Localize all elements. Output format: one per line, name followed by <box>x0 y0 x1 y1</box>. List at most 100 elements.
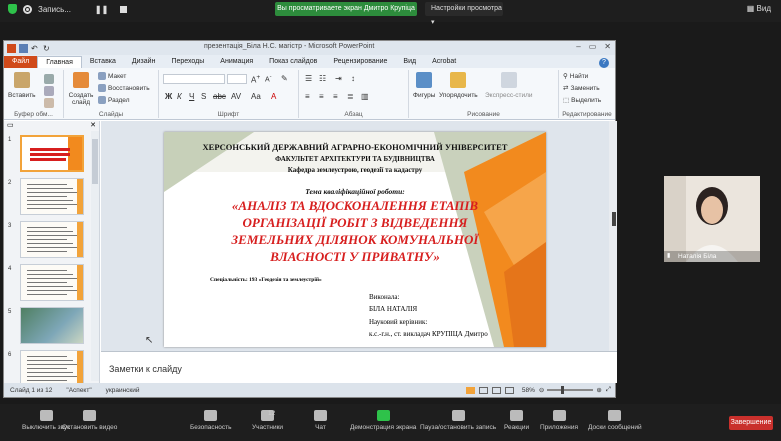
toolbar-apps-button[interactable]: Приложения <box>540 410 578 431</box>
close-pane-icon[interactable]: ✕ <box>90 121 96 130</box>
video-camera-icon <box>83 410 97 421</box>
font-color-icon[interactable]: A <box>271 92 276 101</box>
slide-performed-label: Виконала: <box>369 293 400 301</box>
font-group-label: Шрифт <box>217 111 240 118</box>
slides-tab-icon[interactable]: ▭ <box>7 121 14 130</box>
align-center-icon[interactable]: ≡ <box>319 92 324 101</box>
bold-icon[interactable]: Ж <box>165 92 172 101</box>
ribbon-tab[interactable]: Переходы <box>163 56 212 68</box>
toolbar-smile-button[interactable]: Реакции <box>504 410 529 431</box>
slide-scrollbar[interactable] <box>609 121 617 351</box>
save-icon[interactable] <box>19 43 28 53</box>
bullets-icon[interactable]: ☰ <box>305 74 312 83</box>
shadow-icon[interactable]: S <box>201 92 206 101</box>
reading-view-icon[interactable] <box>491 386 501 394</box>
help-icon[interactable]: ? <box>599 58 609 68</box>
slide-thumbnail[interactable] <box>20 135 84 172</box>
participant-video[interactable]: ▮ Наталія Біла <box>664 176 760 262</box>
spacing-icon[interactable]: AV <box>231 92 241 101</box>
current-slide[interactable]: ХЕРСОНСЬКИЙ ДЕРЖАВНИЙ АГРАРНО-ЕКОНОМІЧНИ… <box>164 132 546 347</box>
font-name-field[interactable] <box>163 74 225 84</box>
normal-view-icon[interactable] <box>465 386 475 394</box>
underline-icon[interactable]: Ч <box>189 92 194 101</box>
end-meeting-button[interactable]: Завершение <box>729 416 773 430</box>
find-button[interactable]: ⚲ Найти <box>563 72 588 81</box>
pause-icon[interactable]: ❚❚ <box>95 5 108 14</box>
toolbar-label: Безопасность <box>190 424 232 431</box>
zoom-slider-thumb[interactable] <box>561 386 565 394</box>
indent-icon[interactable]: ⇥ <box>335 74 342 83</box>
zoom-slider[interactable] <box>547 386 594 394</box>
section-button[interactable]: Раздел <box>98 96 129 104</box>
new-slide-button[interactable]: Создать слайд <box>68 72 94 106</box>
toolbar-share-screen-button[interactable]: Демонстрация экрана <box>350 410 416 431</box>
stop-icon[interactable] <box>120 5 128 13</box>
toolbar-pause-record-button[interactable]: Пауза/остановить запись <box>420 410 496 431</box>
align-right-icon[interactable]: ≡ <box>333 92 338 101</box>
paste-icon <box>13 72 30 88</box>
fit-window-icon[interactable]: ⤢ <box>606 386 611 394</box>
redo-icon[interactable]: ↻ <box>43 44 52 53</box>
case-icon[interactable]: Aa <box>251 92 261 101</box>
undo-icon[interactable]: ↶ <box>31 44 40 53</box>
strike-icon[interactable]: abc <box>213 92 226 101</box>
sorter-view-icon[interactable] <box>478 386 488 394</box>
minimize-icon[interactable]: – <box>576 42 580 51</box>
numbering-icon[interactable]: ☷ <box>319 74 326 83</box>
clear-format-icon[interactable]: ✎ <box>281 74 288 83</box>
slide-thumbnail[interactable] <box>20 221 84 258</box>
slide-thumbnail[interactable] <box>20 307 84 344</box>
whiteboard-icon <box>608 410 622 421</box>
toolbar-participants-button[interactable]: 12 Участники <box>252 410 283 431</box>
ribbon-tab[interactable]: Рецензирование <box>325 56 395 68</box>
justify-icon[interactable]: ≣ <box>347 92 354 101</box>
ribbon-tab[interactable]: Главная <box>37 56 82 68</box>
mouse-cursor-icon: ↖ <box>145 335 154 346</box>
close-icon[interactable]: ✕ <box>604 42 611 51</box>
zoom-in-icon[interactable]: ⊕ <box>596 386 601 394</box>
line-spacing-icon[interactable]: ↕ <box>351 74 355 83</box>
view-mode-button[interactable]: ▦ Вид <box>747 4 771 13</box>
toolbar-chat-button[interactable]: Чат <box>314 410 327 431</box>
toolbar-shield-button[interactable]: Безопасность <box>190 410 231 431</box>
replace-button[interactable]: ⇄ Заменить <box>563 84 600 93</box>
notes-pane[interactable]: Заметки к слайду <box>101 351 617 383</box>
arrange-button[interactable]: Упорядочить <box>439 72 478 99</box>
ribbon-tab[interactable]: Вставка <box>82 56 124 68</box>
participant-name: Наталія Біла <box>678 253 717 260</box>
view-settings-dropdown[interactable]: Настройки просмотра ▾ <box>425 2 503 26</box>
shapes-button[interactable]: Фигуры <box>413 72 435 99</box>
window-titlebar: ↶ ↻ презентація_Біла Н.С. магістр - Micr… <box>4 41 615 55</box>
slideshow-icon[interactable] <box>504 386 514 394</box>
align-left-icon[interactable]: ≡ <box>305 92 310 101</box>
scrollbar-thumb[interactable] <box>92 139 98 184</box>
grow-font-icon[interactable]: A+ <box>251 74 260 85</box>
toolbar-whiteboard-button[interactable]: Доски сообщений <box>588 410 642 431</box>
reset-button[interactable]: Восстановить <box>98 84 150 92</box>
paste-button[interactable]: Вставить <box>8 72 36 99</box>
copy-icon[interactable] <box>44 86 54 96</box>
shrink-font-icon[interactable]: A- <box>265 74 272 83</box>
maximize-icon[interactable]: ▭ <box>589 42 597 51</box>
slide-thumbnail[interactable] <box>20 350 84 387</box>
ribbon-tab[interactable]: Показ слайдов <box>261 56 325 68</box>
quick-styles-button[interactable]: Экспресс-стили <box>485 72 533 99</box>
italic-icon[interactable]: К <box>177 92 182 101</box>
cut-icon[interactable] <box>44 74 54 84</box>
ribbon-tab[interactable]: Дизайн <box>124 56 164 68</box>
toolbar-video-camera-button[interactable]: Остановить видео <box>62 410 117 431</box>
ribbon-tab[interactable]: Вид <box>395 56 424 68</box>
columns-icon[interactable]: ▥ <box>361 92 369 101</box>
split-handle[interactable] <box>612 212 616 226</box>
ribbon-tab[interactable]: Acrobat <box>424 56 464 68</box>
select-button[interactable]: ⬚ Выделить <box>563 96 601 105</box>
ribbon-tab[interactable]: Анимация <box>212 56 261 68</box>
font-size-field[interactable] <box>227 74 247 84</box>
zoom-out-icon[interactable]: ⊖ <box>539 386 544 394</box>
slide-thumbnail[interactable] <box>20 264 84 301</box>
format-painter-icon[interactable] <box>44 98 54 108</box>
layout-button[interactable]: Макет <box>98 72 126 80</box>
slide-thumbnail[interactable] <box>20 178 84 215</box>
thumbnails-scrollbar[interactable] <box>91 131 99 381</box>
ribbon-tab[interactable]: Файл <box>4 56 38 68</box>
